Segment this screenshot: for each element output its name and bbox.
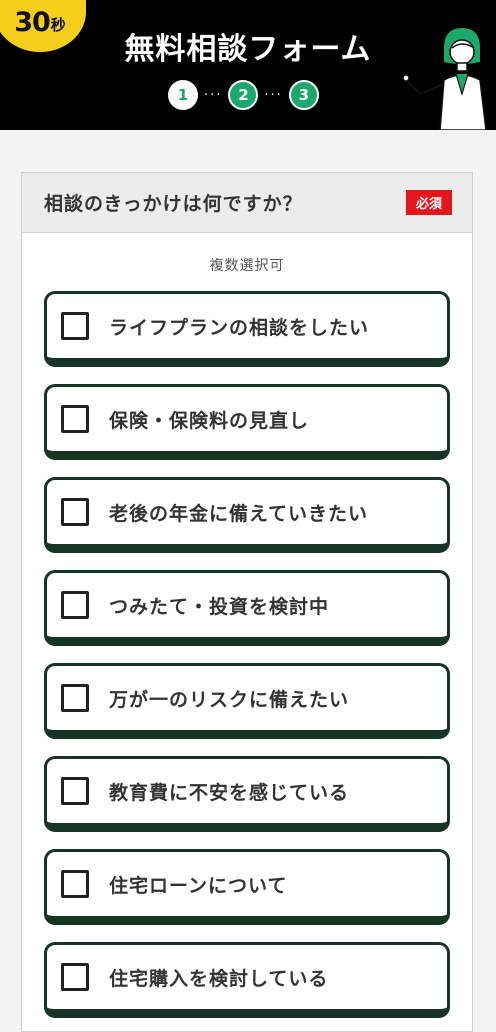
step-dots: ··· <box>264 87 283 103</box>
checkbox-icon[interactable] <box>61 684 89 712</box>
advisor-illustration <box>402 28 487 130</box>
option-checkbox[interactable]: 教育費に不安を感じている <box>44 756 450 832</box>
checkbox-icon[interactable] <box>61 498 89 526</box>
option-label: 住宅購入を検討している <box>109 967 329 990</box>
step-indicator: 1 ··· 2 ··· 3 <box>168 80 319 110</box>
step-1: 1 <box>168 80 198 110</box>
option-checkbox[interactable]: ライフプランの相談をしたい <box>44 291 450 367</box>
checkbox-icon[interactable] <box>61 312 89 340</box>
option-label: つみたて・投資を検討中 <box>109 595 330 618</box>
multi-select-note: 複数選択可 <box>209 258 285 274</box>
option-checkbox[interactable]: 住宅購入を検討している <box>44 942 450 1018</box>
option-checkbox[interactable]: つみたて・投資を検討中 <box>44 570 450 646</box>
step-3: 3 <box>288 80 319 110</box>
checkbox-icon[interactable] <box>61 963 89 991</box>
step-dots: ··· <box>204 87 223 103</box>
option-checkbox[interactable]: 保険・保険料の見直し <box>44 384 450 460</box>
checkbox-icon[interactable] <box>61 870 89 898</box>
option-label: 住宅ローンについて <box>109 874 288 897</box>
question-header: 相談のきっかけは何ですか？ 必須 <box>22 173 472 233</box>
option-checkbox[interactable]: 住宅ローンについて <box>44 849 450 925</box>
header-bar: 30 秒 無料相談フォーム 1 ··· 2 ··· 3 <box>0 0 496 130</box>
question-card: 相談のきっかけは何ですか？ 必須 複数選択可 ライフプランの相談をしたい 保険・… <box>21 172 473 1032</box>
option-checkbox[interactable]: 老後の年金に備えていきたい <box>44 477 450 553</box>
option-label: 老後の年金に備えていきたい <box>109 502 369 525</box>
checkbox-icon[interactable] <box>61 777 89 805</box>
option-label: 教育費に不安を感じている <box>109 781 350 804</box>
option-label: ライフプランの相談をしたい <box>109 316 370 339</box>
step-2: 2 <box>228 80 259 110</box>
required-badge: 必須 <box>405 190 452 215</box>
option-label: 万が一のリスクに備えたい <box>109 688 350 711</box>
checkbox-icon[interactable] <box>61 591 89 619</box>
option-checkbox[interactable]: 万が一のリスクに備えたい <box>44 663 450 739</box>
option-label: 保険・保険料の見直し <box>109 409 310 432</box>
question-text: 相談のきっかけは何ですか？ <box>44 193 303 215</box>
checkbox-icon[interactable] <box>61 405 89 433</box>
